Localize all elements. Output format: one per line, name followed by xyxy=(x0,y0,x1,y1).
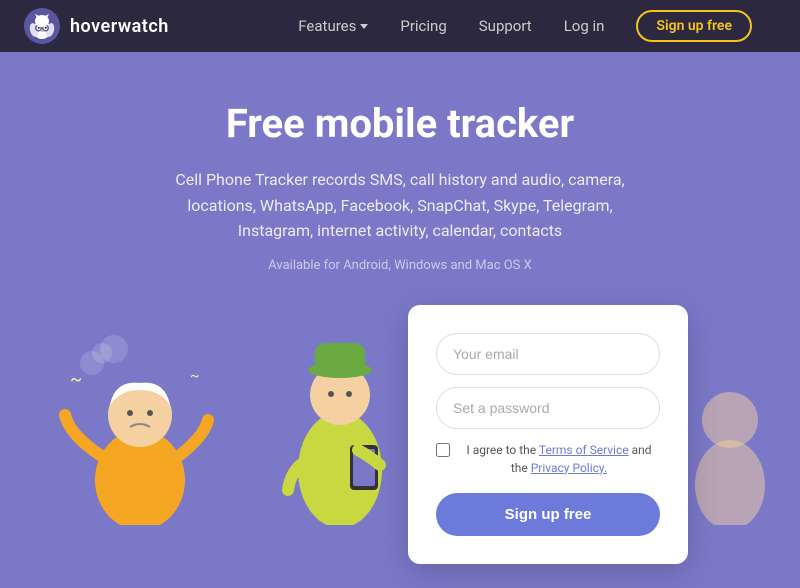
signup-button[interactable]: Sign up free xyxy=(436,493,660,536)
hero-bottom: ~ ~ xyxy=(20,305,780,525)
hero-subtitle: Cell Phone Tracker records SMS, call his… xyxy=(160,167,640,244)
terms-text: I agree to the Terms of Service and the … xyxy=(458,441,660,477)
nav-signup-button[interactable]: Sign up free xyxy=(636,10,752,42)
hero-title: Free mobile tracker xyxy=(20,100,780,147)
svg-text:~: ~ xyxy=(70,369,82,390)
owl-icon xyxy=(24,8,60,44)
signup-card: I agree to the Terms of Service and the … xyxy=(408,305,688,564)
logo-link[interactable]: hoverwatch xyxy=(24,8,169,44)
nav-features-link[interactable]: Features xyxy=(298,17,368,35)
hero-section: Free mobile tracker Cell Phone Tracker r… xyxy=(0,52,800,588)
terms-row: I agree to the Terms of Service and the … xyxy=(436,441,660,477)
nav-links: Features Pricing Support Log in Sign up … xyxy=(298,10,752,42)
terms-of-service-link[interactable]: Terms of Service xyxy=(539,443,629,457)
illustration-partial xyxy=(680,365,780,525)
nav-pricing-link[interactable]: Pricing xyxy=(400,17,446,35)
illustration-person-phone xyxy=(250,315,430,525)
navbar: hoverwatch Features Pricing Support Log … xyxy=(0,0,800,52)
svg-text:~: ~ xyxy=(190,368,200,384)
chevron-down-icon xyxy=(360,24,368,29)
hero-platforms: Available for Android, Windows and Mac O… xyxy=(20,258,780,273)
email-input[interactable] xyxy=(436,333,660,375)
nav-support-link[interactable]: Support xyxy=(479,17,532,35)
logo-text: hoverwatch xyxy=(70,16,169,37)
terms-checkbox[interactable] xyxy=(436,443,450,457)
password-input[interactable] xyxy=(436,387,660,429)
privacy-policy-link[interactable]: Privacy Policy. xyxy=(531,461,607,475)
nav-login-link[interactable]: Log in xyxy=(564,17,605,35)
illustration-woman: ~ ~ xyxy=(40,325,240,525)
